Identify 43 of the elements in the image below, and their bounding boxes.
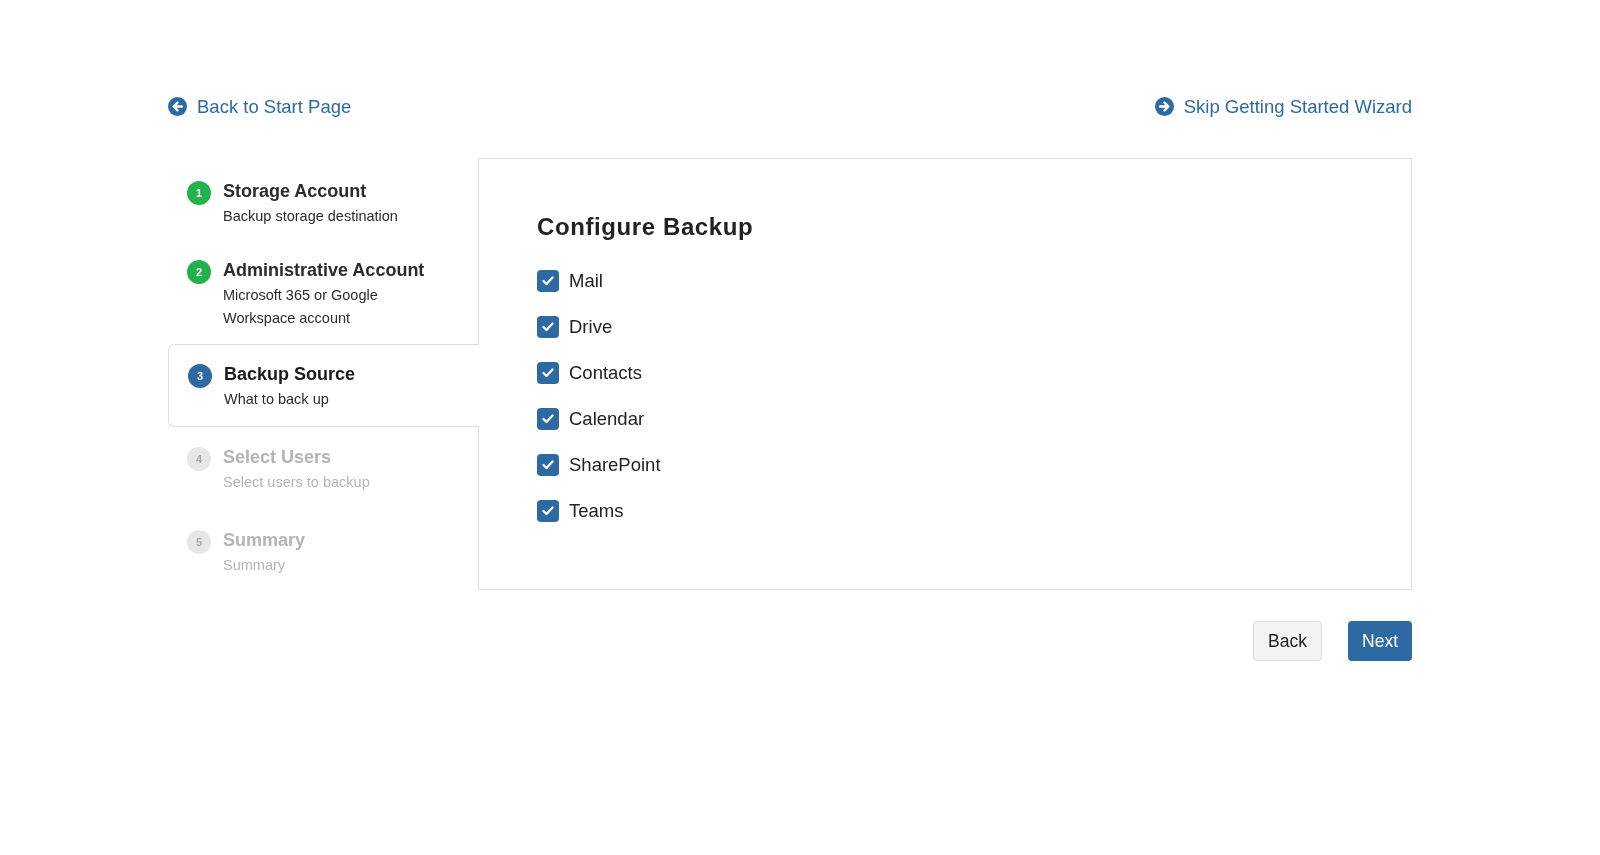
step-subtitle: Microsoft 365 or Google Workspace account (223, 285, 379, 328)
option-label: Drive (569, 314, 613, 339)
back-to-start-link[interactable]: Back to Start Page (168, 93, 352, 121)
step-number: 1 (187, 180, 211, 205)
step-subtitle: Backup storage destination (223, 206, 399, 226)
checkmark-icon (542, 275, 554, 286)
arrow-right-circle-icon (1154, 97, 1174, 117)
checkmark-icon (542, 367, 554, 378)
wizard-step[interactable]: 2 Administrative Account Microsoft 365 or Google Workspace account (168, 241, 478, 344)
option-label: SharePoint (569, 452, 661, 477)
checkmark-icon (542, 459, 554, 470)
step-title: Administrative Account (223, 258, 425, 282)
wizard-step[interactable]: 3 Backup Source What to back up (168, 343, 479, 427)
option-label: Mail (569, 268, 603, 293)
checkmark-icon (542, 413, 554, 424)
checkbox[interactable] (537, 361, 559, 384)
checkbox[interactable] (537, 315, 559, 338)
checkmark-icon (542, 505, 554, 516)
panel-title: Configure Backup (537, 211, 755, 242)
checkmark-icon (542, 321, 554, 332)
step-number: 4 (187, 446, 211, 471)
option-label: Contacts (569, 360, 642, 385)
step-title: Summary (223, 528, 307, 552)
step-title: Storage Account (223, 179, 368, 203)
step-number: 2 (187, 259, 211, 284)
step-number: 3 (188, 363, 212, 388)
step-number: 5 (187, 529, 211, 554)
step-subtitle: Summary (223, 555, 287, 575)
next-button[interactable]: Next (1348, 620, 1412, 661)
checkbox[interactable] (537, 269, 559, 292)
step-subtitle: Select users to backup (223, 472, 371, 492)
arrow-left-circle-icon (168, 97, 187, 117)
step-subtitle: What to back up (224, 389, 330, 409)
option-label: Teams (569, 498, 624, 523)
step-title: Backup Source (224, 362, 357, 386)
option-label: Calendar (569, 406, 645, 431)
skip-wizard-link[interactable]: Skip Getting Started Wizard (1154, 93, 1412, 121)
back-button[interactable]: Back (1253, 620, 1322, 661)
checkbox[interactable] (537, 453, 559, 476)
step-title: Select Users (223, 445, 333, 469)
checkbox[interactable] (537, 499, 559, 522)
wizard-step[interactable]: 1 Storage Account Backup storage destination (168, 162, 478, 242)
checkbox[interactable] (537, 407, 559, 430)
